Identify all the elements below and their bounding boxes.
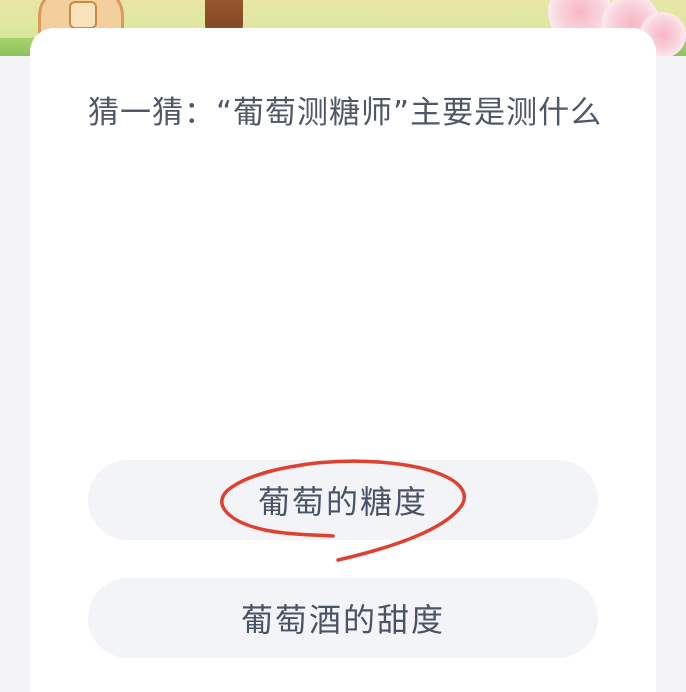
question-card: 猜一猜：“葡萄测糖师”主要是测什么 葡萄的糖度 葡萄酒的甜度 — [30, 28, 656, 692]
answer-option-grape-sugar[interactable]: 葡萄的糖度 — [88, 460, 598, 540]
question-text: 猜一猜：“葡萄测糖师”主要是测什么 — [88, 95, 603, 131]
answer-option-wine-sweetness[interactable]: 葡萄酒的甜度 — [88, 578, 598, 658]
answer-option-label: 葡萄酒的甜度 — [240, 601, 445, 639]
answer-option-label: 葡萄的糖度 — [257, 483, 428, 521]
quiz-screen: 猜一猜：“葡萄测糖师”主要是测什么 葡萄的糖度 葡萄酒的甜度 — [0, 0, 686, 692]
character-badge-icon — [69, 1, 97, 29]
